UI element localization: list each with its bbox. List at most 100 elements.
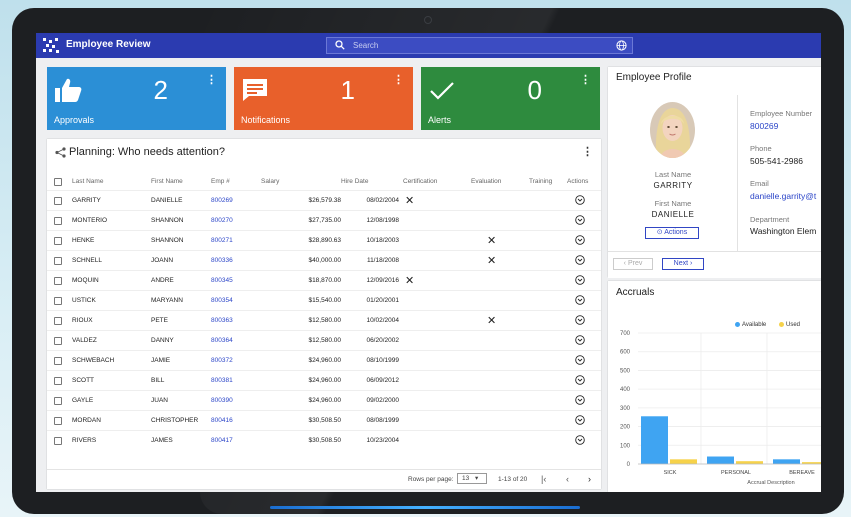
next-button[interactable]: Next › (662, 258, 704, 270)
hire-date-cell: 06/09/2012 (341, 370, 399, 391)
expand-circle-icon[interactable] (575, 314, 585, 325)
row-checkbox[interactable] (54, 416, 62, 425)
row-checkbox[interactable] (54, 316, 62, 325)
row-checkbox[interactable] (54, 356, 62, 365)
table-row[interactable]: SCOTT BILL 800381 $24,960.00 06/09/2012 (47, 370, 601, 391)
bar-available-sick (641, 416, 668, 464)
emp-number-link[interactable]: 800269 (211, 190, 261, 211)
emp-number-link[interactable]: 800270 (211, 210, 261, 231)
row-checkbox[interactable] (54, 236, 62, 245)
table-row[interactable]: VALDEZ DANNY 800364 $12,580.00 06/20/2002 (47, 330, 601, 351)
emp-number-link[interactable]: 800390 (211, 390, 261, 411)
emp-number-link[interactable]: 800381 (211, 370, 261, 391)
emp-number-link[interactable]: 800417 (211, 430, 261, 450)
first-name-value: DANIELLE (651, 210, 695, 219)
expand-circle-icon[interactable] (575, 374, 585, 385)
training-cell (517, 270, 567, 291)
evaluation-cell: ✕ (459, 230, 517, 251)
row-checkbox[interactable] (54, 256, 62, 265)
emp-number-link[interactable]: 800271 (211, 230, 261, 251)
alerts-count: 0 (527, 75, 542, 105)
col-hire-date[interactable]: Hire Date (341, 173, 399, 191)
row-checkbox[interactable] (54, 396, 62, 405)
row-checkbox[interactable] (54, 296, 62, 305)
col-training[interactable]: Training (517, 173, 567, 191)
table-row[interactable]: RIOUX PETE 800363 $12,580.00 10/02/2004 ✕ (47, 310, 601, 331)
row-checkbox[interactable] (54, 196, 62, 205)
emp-number-link[interactable]: 800345 (211, 270, 261, 291)
table-row[interactable]: GARRITY DANIELLE 800269 $26,579.38 08/02/200… (47, 190, 601, 211)
col-evaluation[interactable]: Evaluation (459, 173, 517, 191)
y-tick-label: 0 (627, 462, 631, 468)
more-vert-icon[interactable]: ⋮ (580, 73, 591, 86)
table-row[interactable]: MORDAN CHRISTOPHER 800416 $30,508.50 08/08/1… (47, 410, 601, 431)
table-row[interactable]: MONTERIO SHANNON 800270 $27,735.00 12/08/199… (47, 210, 601, 231)
salary-cell: $24,960.00 (261, 390, 341, 411)
col-certification[interactable]: Certification (399, 173, 459, 191)
row-checkbox[interactable] (54, 376, 62, 385)
emp-number-link[interactable]: 800336 (211, 250, 261, 271)
select-all-checkbox[interactable] (54, 177, 62, 186)
thumbs-up-icon (55, 78, 82, 102)
emp-number-link[interactable]: 800364 (211, 330, 261, 351)
expand-circle-icon[interactable] (575, 254, 585, 265)
camera (424, 16, 432, 24)
notifications-tile[interactable]: 1 ⋮ Notifications (234, 67, 413, 130)
table-row[interactable]: MOQUIN ANDRE 800345 $18,870.00 12/09/2016 ✕ (47, 270, 601, 291)
first-name-cell: PETE (151, 310, 211, 331)
expand-circle-icon[interactable] (575, 394, 585, 405)
profile-navigation: ‹ Prev Next › (608, 251, 821, 278)
salary-cell: $12,580.00 (261, 330, 341, 351)
prev-page-icon[interactable]: ‹ (566, 474, 569, 484)
more-vert-icon[interactable]: ⋮ (393, 73, 404, 86)
approvals-tile[interactable]: 2 ⋮ Approvals (47, 67, 226, 130)
bar-used-personal (736, 461, 763, 464)
col-first-name[interactable]: First Name (151, 173, 211, 191)
profile-actions-button[interactable]: ⊙ Actions (645, 227, 699, 239)
row-checkbox[interactable] (54, 336, 62, 345)
accruals-card: Accruals Available Used 0 100 200 300 400 500… (608, 281, 821, 492)
table-row[interactable]: USTICK MARYANN 800354 $15,540.00 01/20/2001 (47, 290, 601, 311)
table-row[interactable]: SCHWEBACH JAMIE 800372 $24,960.00 08/10/1999 (47, 350, 601, 371)
search-input[interactable]: Search (353, 41, 378, 50)
next-page-icon[interactable]: › (588, 474, 591, 484)
more-vert-icon[interactable]: ⋮ (582, 145, 593, 158)
emp-number-link[interactable]: 800354 (211, 290, 261, 311)
expand-circle-icon[interactable] (575, 214, 585, 225)
globe-icon[interactable] (616, 40, 627, 51)
row-checkbox[interactable] (54, 436, 62, 445)
alerts-label: Alerts (428, 115, 452, 125)
email-value[interactable]: danielle.garrity@t (750, 191, 816, 201)
expand-circle-icon[interactable] (575, 294, 585, 305)
col-emp-number[interactable]: Emp # (211, 173, 261, 191)
expand-circle-icon[interactable] (575, 414, 585, 425)
emp-number-link[interactable]: 800363 (211, 310, 261, 331)
table-row[interactable]: HENKE SHANNON 800271 $28,890.63 10/18/2003 ✕ (47, 230, 601, 251)
employee-number-value[interactable]: 800269 (750, 121, 778, 131)
more-vert-icon[interactable]: ⋮ (206, 73, 217, 86)
table-row[interactable]: SCHNELL JOANN 800336 $40,000.00 11/18/2008 ✕ (47, 250, 601, 271)
expand-circle-icon[interactable] (575, 334, 585, 345)
first-name-cell: JOANN (151, 250, 211, 271)
rows-per-page-select[interactable]: 13 ▾ (457, 473, 487, 484)
col-salary[interactable]: Salary (261, 173, 341, 191)
alerts-tile[interactable]: 0 ⋮ Alerts (421, 67, 600, 130)
certification-cell: ✕ (399, 270, 459, 291)
row-checkbox[interactable] (54, 216, 62, 225)
row-checkbox[interactable] (54, 276, 62, 285)
table-row[interactable]: RIVERS JAMES 800417 $30,508.50 10/23/2004 (47, 430, 601, 450)
expand-circle-icon[interactable] (575, 274, 585, 285)
table-row[interactable]: GAYLE JUAN 800390 $24,960.00 09/02/2000 (47, 390, 601, 411)
first-page-icon[interactable]: |‹ (541, 474, 546, 484)
search-bar[interactable]: Search (326, 37, 633, 54)
expand-circle-icon[interactable] (575, 434, 585, 445)
x-tick-label: SICK (664, 470, 677, 476)
expand-circle-icon[interactable] (575, 194, 585, 205)
expand-circle-icon[interactable] (575, 354, 585, 365)
emp-number-link[interactable]: 800416 (211, 410, 261, 431)
col-last-name[interactable]: Last Name (72, 173, 151, 191)
col-actions: Actions (567, 178, 589, 185)
expand-circle-icon[interactable] (575, 234, 585, 245)
emp-number-link[interactable]: 800372 (211, 350, 261, 371)
prev-button[interactable]: ‹ Prev (613, 258, 653, 270)
